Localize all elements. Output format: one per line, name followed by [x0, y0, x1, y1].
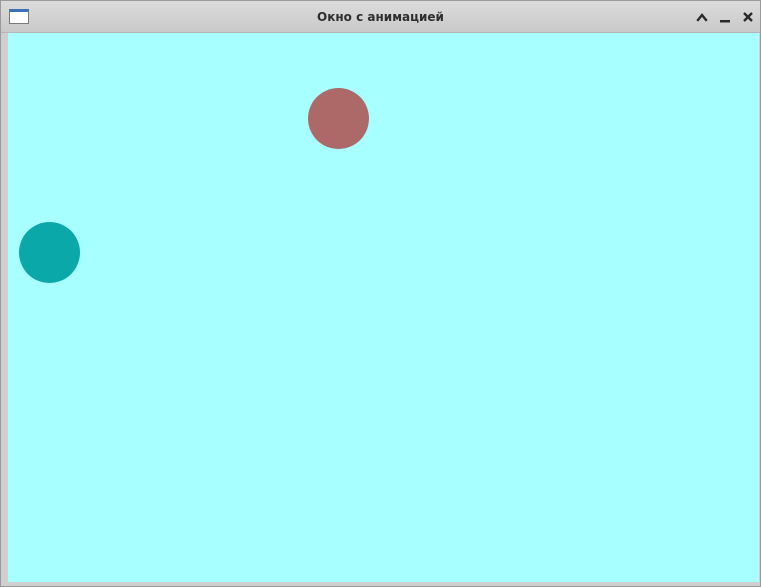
minimize-button[interactable]	[717, 9, 733, 25]
minimize-icon	[720, 20, 730, 23]
window-title: Окно с анимацией	[317, 10, 444, 24]
maximize-button[interactable]	[694, 9, 710, 25]
red-ball	[308, 88, 369, 149]
chevron-up-icon	[696, 13, 708, 22]
animation-canvas[interactable]	[8, 33, 759, 582]
close-icon	[743, 12, 753, 22]
title-bar[interactable]: Окно с анимацией	[1, 1, 760, 33]
teal-ball	[19, 222, 80, 283]
application-window: Окно с анимацией	[0, 0, 761, 587]
close-button[interactable]	[740, 9, 756, 25]
